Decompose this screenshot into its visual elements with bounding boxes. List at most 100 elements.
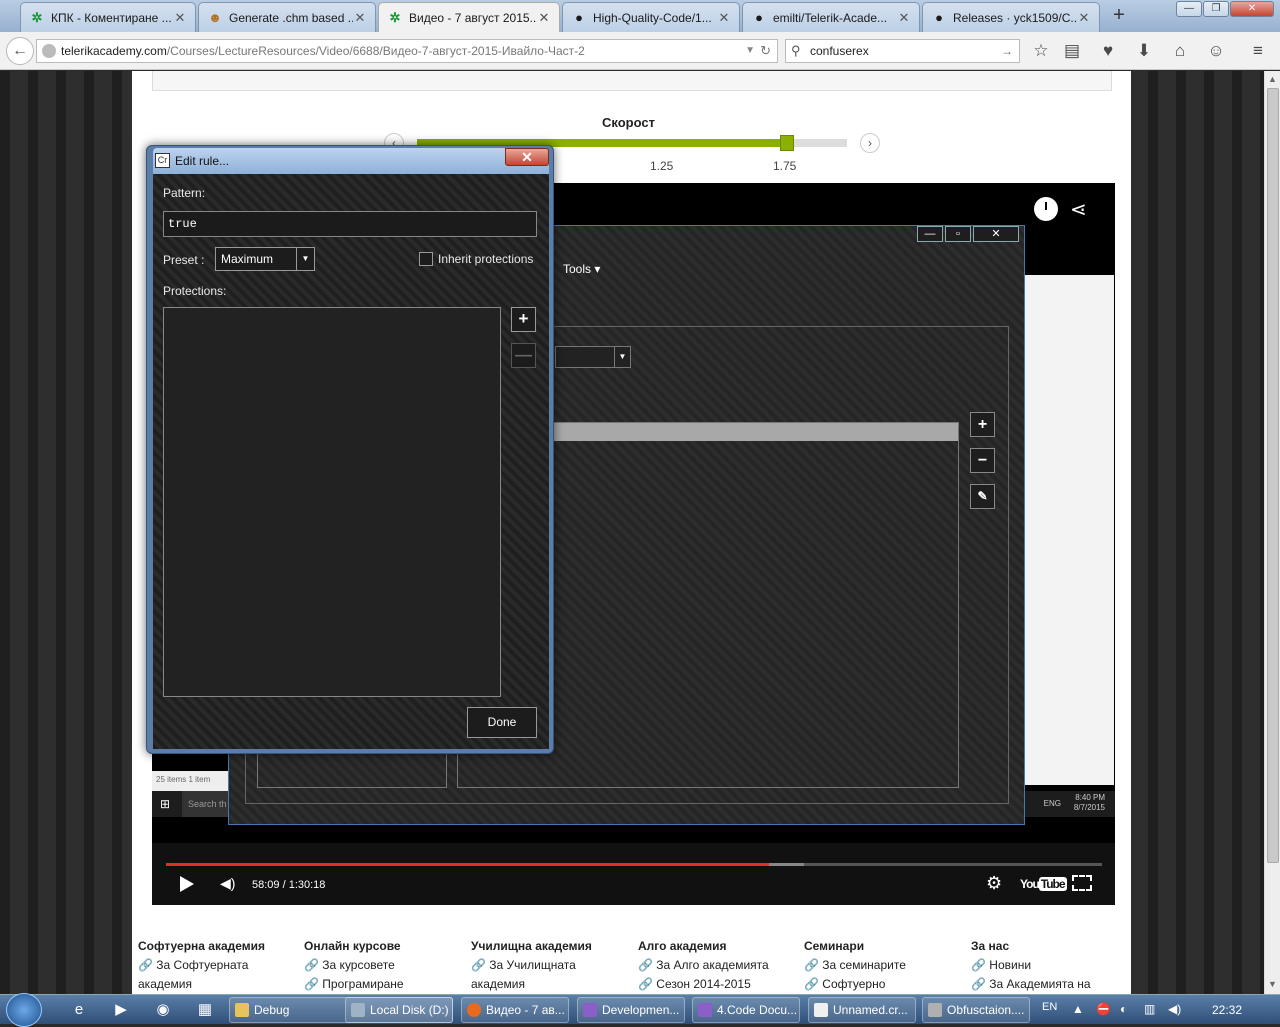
start-button[interactable] xyxy=(6,993,42,1027)
tab-close-icon[interactable]: ✕ xyxy=(897,10,911,26)
tab-releases[interactable]: ● Releases · yck1509/C... ✕ xyxy=(922,2,1100,32)
footer: Софтуерна академия 🔗 За Софтуерната акад… xyxy=(132,933,1131,994)
fullscreen-icon[interactable] xyxy=(1072,875,1092,891)
footer-link[interactable]: 🔗 За Училищната xyxy=(471,956,631,975)
home-icon[interactable]: ⌂ xyxy=(1170,41,1190,61)
footer-link-cont[interactable]: академия xyxy=(138,975,298,994)
window-minimize-button[interactable]: — xyxy=(1176,1,1202,17)
add-protection-button[interactable]: + xyxy=(511,307,536,332)
footer-link-text: Новини xyxy=(989,958,1032,972)
search-value: confuserex xyxy=(810,44,869,58)
tab-close-icon[interactable]: ✕ xyxy=(537,10,551,26)
cx-combo: ▼ xyxy=(555,346,631,368)
window-close-button[interactable]: ✕ xyxy=(1230,1,1274,17)
dialog-close-button[interactable]: ✕ xyxy=(505,148,549,166)
tab-title: КПК - Коментиране ... xyxy=(51,10,172,25)
system-clock[interactable]: 22:32 xyxy=(1212,1003,1242,1017)
watch-later-icon[interactable] xyxy=(1034,197,1058,221)
ie-icon[interactable]: e xyxy=(64,998,94,1022)
done-button[interactable]: Done xyxy=(467,707,537,738)
taskbar-button-local-disk[interactable]: Local Disk (D:) xyxy=(345,997,453,1023)
footer-link[interactable]: 🔗 Софтуерно xyxy=(804,975,964,994)
dialog-titlebar[interactable]: Cr Edit rule... ✕ xyxy=(153,148,549,174)
tab-emilti[interactable]: ● emilti/Telerik-Acade... ✕ xyxy=(742,2,920,32)
footer-link[interactable]: 🔗 За Софтуерната xyxy=(138,956,298,975)
tab-close-icon[interactable]: ✕ xyxy=(717,10,731,26)
tab-generate-chm[interactable]: ☻ Generate .chm based ... ✕ xyxy=(198,2,376,32)
reading-list-icon[interactable]: ▤ xyxy=(1062,41,1082,61)
network-icon[interactable]: ▥ xyxy=(1144,1002,1155,1016)
language-indicator[interactable]: EN xyxy=(1042,1001,1057,1013)
footer-link[interactable]: 🔗 За курсовете xyxy=(304,956,464,975)
back-button[interactable]: ← xyxy=(6,37,34,65)
tab-close-icon[interactable]: ✕ xyxy=(173,10,187,26)
tray-app-icon[interactable]: ◐ xyxy=(1120,1002,1127,1016)
footer-link[interactable]: 🔗 Програмиране xyxy=(304,975,464,994)
drive-icon xyxy=(351,1003,365,1017)
page-scrollbar[interactable]: ▲ ▼ xyxy=(1264,71,1280,994)
media-player-icon[interactable]: ▶ xyxy=(106,998,136,1022)
video-progress-bar[interactable] xyxy=(166,863,1102,866)
new-tab-button[interactable]: + xyxy=(1108,4,1130,28)
volume-icon[interactable]: ◀) xyxy=(220,875,235,892)
tab-close-icon[interactable]: ✕ xyxy=(353,10,367,26)
preset-select[interactable]: Maximum ▼ xyxy=(215,247,315,271)
cx-tools-menu: Tools ▾ xyxy=(563,262,601,276)
scroll-up-icon[interactable]: ▲ xyxy=(1268,74,1277,84)
window-maximize-button[interactable]: ❐ xyxy=(1203,1,1229,17)
telerik-icon: ✲ xyxy=(31,9,43,25)
taskbar-button-obfuscation[interactable]: Obfusctaion.... xyxy=(922,997,1030,1023)
footer-link[interactable]: 🔗 Сезон 2014-2015 xyxy=(638,975,798,994)
remove-protection-button[interactable]: — xyxy=(511,343,536,368)
footer-link[interactable]: 🔗 Новини xyxy=(971,956,1131,975)
chat-icon[interactable]: ☺ xyxy=(1206,41,1226,61)
footer-column: Софтуерна академия 🔗 За Софтуерната акад… xyxy=(138,937,298,994)
scrollbar-thumb[interactable] xyxy=(1267,88,1279,863)
speed-slider-handle[interactable] xyxy=(779,135,794,151)
play-icon[interactable] xyxy=(180,876,194,892)
footer-link[interactable]: 🔗 За Алго академията xyxy=(638,956,798,975)
clapper-icon[interactable]: ▦ xyxy=(190,998,220,1022)
taskbar-button-confuser[interactable]: Unnamed.cr... xyxy=(808,997,916,1023)
scroll-down-icon[interactable]: ▼ xyxy=(1268,979,1277,989)
youtube-logo-you: You xyxy=(1020,877,1040,891)
footer-link[interactable]: 🔗 За семинарите xyxy=(804,956,964,975)
taskbar-button-firefox[interactable]: Видео - 7 ав... xyxy=(461,997,569,1023)
menu-icon[interactable]: ≡ xyxy=(1248,41,1268,61)
footer-link[interactable]: 🔗 За Академията на xyxy=(971,975,1131,994)
history-dropdown-icon[interactable]: ▼ xyxy=(745,40,755,62)
bookmark-star-icon[interactable]: ☆ xyxy=(1031,41,1051,61)
footer-link-cont[interactable]: академия xyxy=(471,975,631,994)
speed-next-arrow-icon[interactable]: › xyxy=(860,133,880,153)
search-go-icon[interactable]: → xyxy=(1001,40,1013,62)
chevron-down-icon: ▼ xyxy=(614,347,630,367)
footer-link-text: Сезон 2014-2015 xyxy=(656,977,751,991)
tab-video-active[interactable]: ✲ Видео - 7 август 2015... ✕ xyxy=(378,2,560,32)
chrome-icon[interactable]: ◉ xyxy=(148,998,178,1022)
taskbar-button-vs2[interactable]: 4.Code Docu... xyxy=(692,997,800,1023)
video-clock: 8:40 PM 8/7/2015 xyxy=(1074,793,1105,813)
tray-expand-icon[interactable]: ▲ xyxy=(1072,1002,1084,1016)
tab-close-icon[interactable]: ✕ xyxy=(1077,10,1091,26)
gear-icon[interactable]: ⚙ xyxy=(986,873,1002,894)
tab-kpk[interactable]: ✲ КПК - Коментиране ... ✕ xyxy=(20,2,196,32)
telerik-icon: ✲ xyxy=(389,9,401,25)
download-icon[interactable]: ⬇ xyxy=(1134,41,1154,61)
cx-add-icon: + xyxy=(970,412,995,437)
youtube-logo[interactable]: You Tube xyxy=(1020,877,1067,891)
volume-tray-icon[interactable]: ◀) xyxy=(1168,1002,1181,1016)
reload-icon[interactable]: ↻ xyxy=(760,40,771,62)
pocket-icon[interactable]: ♥ xyxy=(1098,41,1118,61)
share-icon[interactable]: ⋖ xyxy=(1070,197,1087,222)
address-bar[interactable]: telerikacademy.com/Courses/LectureResour… xyxy=(36,39,778,63)
protections-list[interactable] xyxy=(163,307,501,697)
search-input[interactable]: ⚲ confuserex → xyxy=(785,39,1020,63)
inherit-protections-checkbox[interactable] xyxy=(419,252,433,266)
tray-alert-icon[interactable]: ⛔ xyxy=(1096,1002,1111,1016)
tab-title: Releases · yck1509/C... xyxy=(953,10,1077,25)
pattern-input[interactable]: true xyxy=(163,211,537,237)
video-clock-date: 8/7/2015 xyxy=(1073,803,1105,812)
tab-high-quality-code[interactable]: ● High-Quality-Code/1... ✕ xyxy=(562,2,740,32)
taskbar-button-vs1[interactable]: Developmen... xyxy=(577,997,685,1023)
footer-heading: Алго академия xyxy=(638,939,727,953)
